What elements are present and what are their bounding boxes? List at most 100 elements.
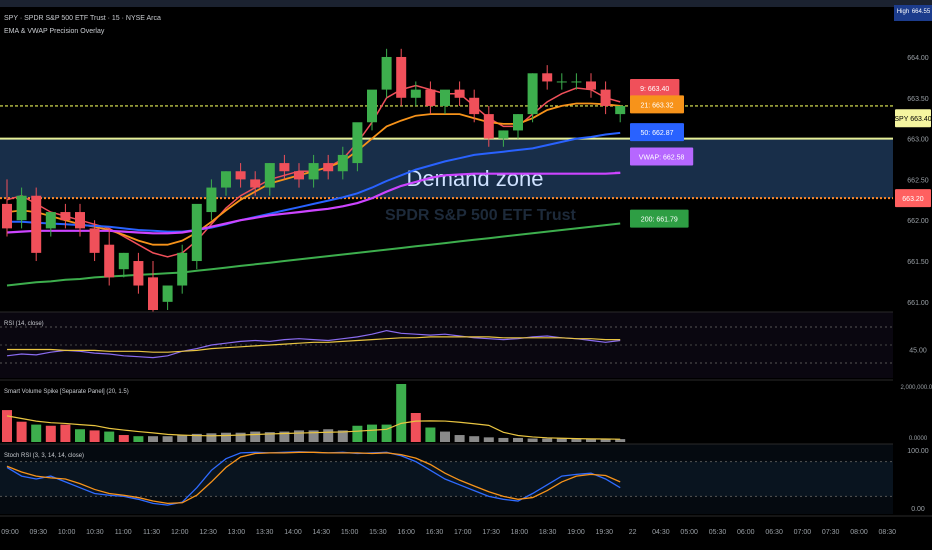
stoch-tick-top: 100.00: [907, 448, 929, 455]
volume-bar: [410, 413, 421, 442]
rsi-label: RSI (14, close): [4, 321, 44, 327]
candle-body: [513, 114, 523, 131]
volume-bar: [162, 436, 173, 442]
volume-bar: [177, 435, 188, 442]
candle-body: [527, 73, 538, 115]
candle-body: [352, 122, 363, 164]
candle-body: [337, 154, 348, 172]
volume-bar: [148, 436, 158, 442]
volume-bar: [454, 435, 465, 442]
value-tag-label: VWAP: 662.58: [639, 155, 685, 162]
candle: [513, 114, 523, 139]
candle-body: [264, 163, 275, 188]
candle: [162, 285, 173, 310]
value-tag-label: 663.20: [902, 196, 924, 203]
time-tick-label: 17:00: [454, 529, 472, 536]
candle-body: [425, 89, 436, 106]
time-tick-label: 13:30: [256, 529, 274, 536]
price-tick-label: 663.50: [907, 96, 929, 103]
time-tick-label: 22: [629, 529, 637, 536]
candle: [542, 65, 553, 90]
time-tick-label: 06:00: [737, 529, 755, 536]
candle-body: [16, 195, 27, 221]
price-tick-label: 662.00: [907, 218, 929, 225]
candle-body: [396, 56, 407, 98]
value-tag-label: 21: 663.32: [640, 102, 673, 109]
volume-bar: [367, 424, 377, 442]
volume-bar: [498, 437, 509, 442]
price-tick-label: 664.00: [907, 55, 929, 62]
volume-bar: [440, 431, 450, 442]
candle-body: [89, 228, 100, 253]
candle-body: [148, 277, 158, 310]
volume-bar: [469, 436, 480, 442]
time-tick-label: 14:30: [313, 529, 331, 536]
candle-body: [556, 81, 567, 83]
time-tick-label: 15:30: [369, 529, 387, 536]
volume-bar: [527, 438, 538, 442]
candle-body: [60, 212, 71, 221]
volume-bar: [45, 425, 56, 442]
volume-bar: [206, 433, 217, 442]
candle: [396, 48, 407, 106]
candle-body: [235, 171, 246, 180]
candle-body: [308, 163, 319, 180]
candle-body: [586, 81, 596, 90]
volume-bar: [60, 424, 71, 442]
candle-body: [2, 203, 12, 229]
high-value: 664.55: [912, 9, 931, 15]
volume-bar: [221, 432, 231, 442]
candle: [556, 73, 567, 90]
volume-bar: [586, 439, 596, 442]
candle-body: [294, 171, 304, 180]
volume-bar: [381, 424, 392, 442]
volume-bar: [542, 438, 553, 442]
candle-body: [498, 130, 509, 139]
time-tick-label: 15:00: [341, 529, 359, 536]
time-tick-label: 09:00: [1, 529, 19, 536]
rsi-tick: 45.00: [909, 348, 927, 355]
candle: [454, 81, 465, 106]
candle-body: [250, 179, 261, 188]
candle-body: [177, 252, 188, 286]
volume-tick-top: 2,000,000.00: [900, 385, 932, 391]
candle-body: [323, 163, 334, 172]
volume-bar: [118, 435, 129, 442]
candle: [177, 244, 188, 294]
candle-body: [104, 244, 115, 278]
value-tag-label: 50: 662.87: [640, 130, 673, 137]
time-tick-label: 18:00: [511, 529, 529, 536]
candle-body: [75, 212, 85, 229]
time-tick-label: 14:00: [284, 529, 302, 536]
candle-body: [615, 105, 626, 115]
time-tick-label: 05:30: [709, 529, 727, 536]
price-axis-bg: [893, 7, 932, 550]
time-tick-label: 19:00: [567, 529, 585, 536]
price-tick-label: 661.50: [907, 259, 929, 266]
time-tick-label: 08:30: [879, 529, 897, 536]
volume-bar: [235, 432, 246, 442]
candle-body: [410, 89, 421, 98]
value-tag-label: 9: 663.40: [640, 86, 669, 93]
candle: [367, 89, 377, 131]
candle-body: [542, 73, 553, 82]
time-tick-label: 13:00: [228, 529, 246, 536]
volume-bar: [556, 438, 567, 442]
candle-body: [191, 203, 202, 262]
time-tick-label: 05:00: [680, 529, 698, 536]
time-tick-label: 07:00: [794, 529, 812, 536]
time-tick-label: 16:30: [426, 529, 444, 536]
volume-bar: [294, 430, 304, 442]
high-label: High: [897, 9, 909, 15]
candle-body: [483, 114, 494, 139]
chart-canvas[interactable]: SPDR S&P 500 ETF TrustDemand zone664.506…: [0, 0, 932, 550]
candle-body: [440, 89, 450, 106]
candle: [133, 252, 144, 294]
candle: [148, 261, 158, 319]
time-tick-label: 07:30: [822, 529, 840, 536]
time-tick-label: 04:30: [652, 529, 670, 536]
volume-bar: [104, 431, 115, 442]
volume-bar: [425, 427, 436, 442]
time-tick-label: 09:30: [30, 529, 48, 536]
volume-bar: [31, 424, 42, 442]
